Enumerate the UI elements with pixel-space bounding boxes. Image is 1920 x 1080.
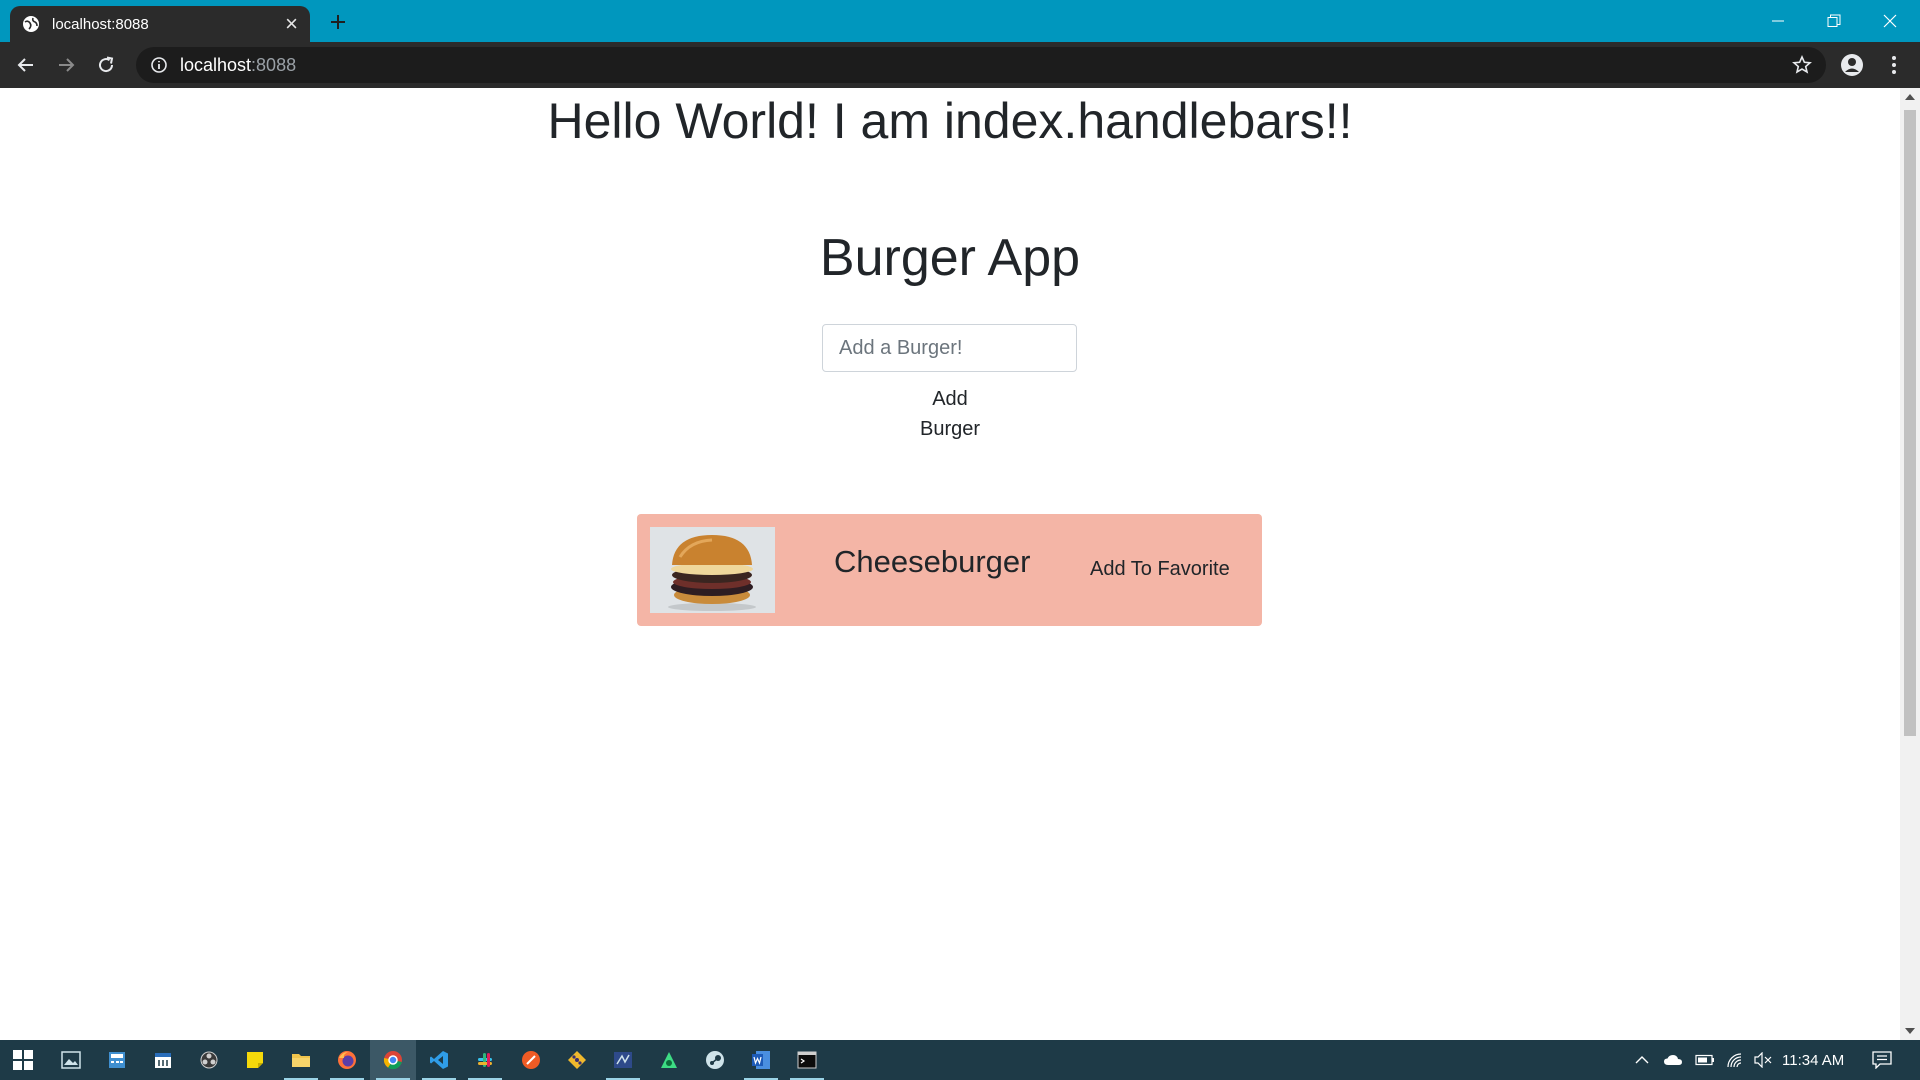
add-burger-label-line1: Add — [932, 388, 968, 410]
taskbar-steam[interactable] — [692, 1040, 738, 1080]
burger-image — [650, 527, 775, 613]
volume-muted-icon — [1754, 1052, 1772, 1068]
chrome-icon — [383, 1051, 402, 1070]
add-to-favorite-button[interactable]: Add To Favorite — [1090, 558, 1230, 581]
chevron-up-icon — [1635, 1056, 1649, 1064]
taskbar-file-explorer[interactable] — [278, 1040, 324, 1080]
taskbar-terminal[interactable] — [784, 1040, 830, 1080]
add-burger-label-line2: Burger — [919, 418, 981, 440]
taskbar-android-studio[interactable] — [646, 1040, 692, 1080]
arrow-left-icon — [17, 58, 33, 72]
info-icon[interactable] — [150, 56, 168, 74]
windows-taskbar: 11:34 AM — [0, 1040, 1920, 1080]
terminal-icon — [797, 1051, 817, 1069]
minimize-icon — [1772, 20, 1784, 22]
browser-menu-button[interactable] — [1874, 42, 1914, 88]
steam-icon — [706, 1051, 724, 1069]
forward-button[interactable] — [46, 45, 86, 85]
arrow-right-icon — [59, 58, 75, 72]
url-host: localhost — [180, 54, 252, 75]
taskbar-postman[interactable] — [508, 1040, 554, 1080]
reload-button[interactable] — [86, 45, 126, 85]
profile-button[interactable] — [1832, 42, 1872, 88]
add-burger-button[interactable]: Add Burger — [890, 382, 1010, 446]
android-studio-icon — [661, 1052, 677, 1068]
calculator-icon — [109, 1052, 125, 1068]
close-tab-icon[interactable]: × — [285, 13, 298, 35]
tab-title: localhost:8088 — [52, 15, 149, 33]
taskbar-photos[interactable] — [48, 1040, 94, 1080]
start-button[interactable] — [0, 1040, 46, 1080]
taskbar-chrome[interactable] — [370, 1040, 416, 1080]
taskbar-obs[interactable] — [186, 1040, 232, 1080]
browser-tab-strip: localhost:8088 × — [0, 0, 1920, 42]
new-tab-button[interactable] — [324, 8, 352, 36]
burger-name: Cheeseburger — [834, 544, 1031, 579]
plus-icon — [331, 15, 345, 29]
taskbar-ssms[interactable] — [600, 1040, 646, 1080]
firefox-icon — [338, 1051, 356, 1069]
battery-icon — [1695, 1054, 1714, 1066]
git-icon — [568, 1051, 586, 1069]
folder-icon — [292, 1054, 310, 1067]
minimize-button[interactable] — [1750, 0, 1806, 42]
account-icon — [1841, 54, 1863, 76]
url-port: :8088 — [251, 54, 297, 75]
reload-icon — [99, 56, 114, 73]
onedrive-tray[interactable] — [1658, 1040, 1688, 1080]
burger-name-input[interactable] — [822, 324, 1077, 372]
ssms-icon — [614, 1052, 632, 1068]
taskbar-calendar[interactable] — [140, 1040, 186, 1080]
restore-button[interactable] — [1806, 0, 1862, 42]
battery-tray[interactable] — [1690, 1040, 1720, 1080]
page-scrollbar[interactable] — [1900, 88, 1920, 1040]
browser-toolbar: localhost :8088 — [0, 42, 1920, 88]
taskbar-git[interactable] — [554, 1040, 600, 1080]
globe-icon — [23, 16, 39, 32]
bookmark-button[interactable] — [1782, 42, 1822, 88]
hello-heading: Hello World! I am index.handlebars!! — [547, 93, 1353, 149]
scrollbar-thumb[interactable] — [1904, 110, 1916, 736]
kebab-menu-icon — [1892, 56, 1896, 74]
postman-icon — [522, 1051, 540, 1069]
obs-icon — [200, 1051, 218, 1069]
browser-tab[interactable]: localhost:8088 × — [10, 6, 310, 42]
scroll-up-icon[interactable] — [1905, 94, 1915, 100]
address-bar[interactable]: localhost :8088 — [136, 47, 1826, 83]
sticky-notes-icon — [247, 1052, 263, 1068]
star-icon — [1792, 55, 1812, 74]
restore-icon — [1827, 14, 1841, 27]
network-tray[interactable] — [1720, 1040, 1750, 1080]
taskbar-word[interactable] — [738, 1040, 784, 1080]
taskbar-slack[interactable] — [462, 1040, 508, 1080]
taskbar-firefox[interactable] — [324, 1040, 370, 1080]
vscode-icon — [430, 1051, 448, 1069]
page-content: Hello World! I am index.handlebars!! Bur… — [0, 88, 1900, 1040]
cloud-icon — [1664, 1055, 1682, 1065]
slack-icon — [478, 1053, 492, 1067]
scroll-down-icon[interactable] — [1905, 1028, 1915, 1034]
action-center-button[interactable] — [1864, 1040, 1900, 1080]
taskbar-sticky-notes[interactable] — [232, 1040, 278, 1080]
photos-icon — [61, 1051, 81, 1069]
taskbar-calculator[interactable] — [94, 1040, 140, 1080]
wifi-icon — [1727, 1053, 1742, 1068]
system-clock[interactable]: 11:34 AM — [1782, 1040, 1844, 1080]
taskbar-vscode[interactable] — [416, 1040, 462, 1080]
calendar-icon — [155, 1053, 171, 1068]
burger-card: Cheeseburger Add To Favorite — [637, 514, 1262, 626]
back-button[interactable] — [6, 45, 46, 85]
word-icon — [752, 1051, 770, 1069]
page-title: Burger App — [819, 229, 1081, 287]
show-hidden-icons-button[interactable] — [1630, 1040, 1654, 1080]
close-icon — [1883, 14, 1897, 28]
windows-logo-icon — [13, 1050, 33, 1070]
notifications-icon — [1872, 1051, 1892, 1069]
volume-tray[interactable] — [1748, 1040, 1778, 1080]
close-window-button[interactable] — [1862, 0, 1918, 42]
